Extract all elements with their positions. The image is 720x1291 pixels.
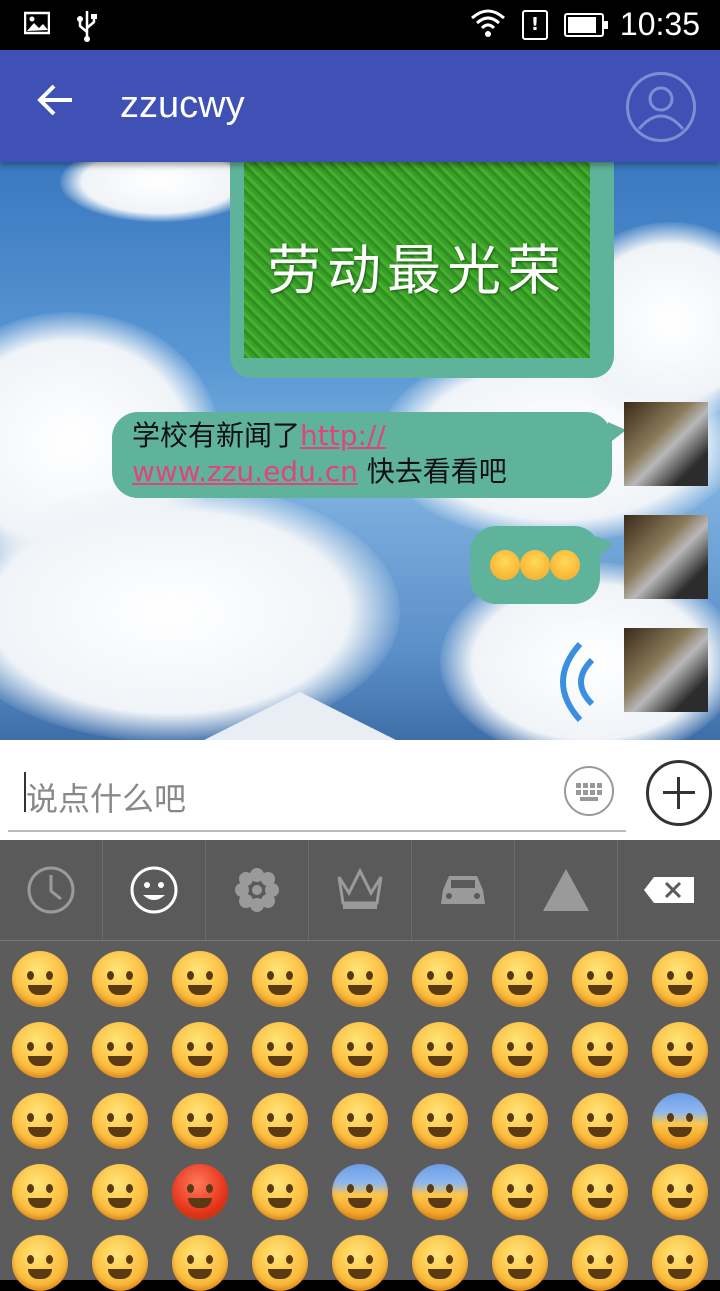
recent-icon[interactable]	[0, 840, 103, 940]
emoji-key-icon[interactable]	[332, 1164, 388, 1220]
emoji-key-icon[interactable]	[172, 951, 228, 1007]
emoji-key-icon[interactable]	[332, 1093, 388, 1149]
emoji-key-icon[interactable]	[252, 1093, 308, 1149]
image-notification-icon	[23, 10, 51, 49]
keyboard-toggle-icon[interactable]	[564, 766, 614, 816]
app-bar: zzucwy	[0, 50, 720, 162]
sender-avatar[interactable]	[624, 515, 708, 599]
emoji-key-icon[interactable]	[92, 1093, 148, 1149]
emoji-key-icon[interactable]	[172, 1093, 228, 1149]
triangle-icon[interactable]	[515, 840, 618, 940]
message-input[interactable]: 说点什么吧	[8, 750, 626, 832]
usb-icon	[76, 10, 98, 49]
message-text: 快去看看吧	[357, 455, 507, 488]
emoji-key-icon[interactable]	[492, 951, 548, 1007]
emoji-key-icon[interactable]	[572, 951, 628, 1007]
chat-title: zzucwy	[120, 84, 245, 126]
message-text: 学校有新闻了	[132, 419, 301, 452]
emoji-key-icon[interactable]	[412, 1164, 468, 1220]
mountain	[180, 692, 420, 740]
emoji-key-icon[interactable]	[412, 951, 468, 1007]
emoji-key-icon[interactable]	[92, 1022, 148, 1078]
emoji-key-icon[interactable]	[492, 1235, 548, 1291]
emoji-key-icon[interactable]	[572, 1022, 628, 1078]
image-message-text: 劳动最光荣	[267, 239, 567, 302]
emoji-key-icon[interactable]	[572, 1235, 628, 1291]
emoji-key-icon[interactable]	[12, 1235, 68, 1291]
emoji-key-icon[interactable]	[572, 1093, 628, 1149]
message-link[interactable]: www.zzu.edu.cn	[132, 455, 358, 488]
emoji-key-icon[interactable]	[332, 951, 388, 1007]
flower-icon[interactable]	[206, 840, 309, 940]
text-message-bubble[interactable]: 学校有新闻了http://www.zzu.edu.cn 快去看看吧	[112, 412, 626, 498]
emoji-key-icon[interactable]	[252, 1164, 308, 1220]
emoji-key-icon[interactable]	[332, 1022, 388, 1078]
car-icon[interactable]	[412, 840, 515, 940]
signal-alert-icon: !	[521, 9, 548, 40]
emoji-key-icon[interactable]	[12, 1093, 68, 1149]
emoji-category-tabs	[0, 840, 720, 941]
crown-icon[interactable]	[309, 840, 412, 940]
emoji-key-icon[interactable]	[92, 1164, 148, 1220]
emoji-key-icon[interactable]	[492, 1164, 548, 1220]
backspace-icon[interactable]	[618, 840, 720, 940]
smiley-icon[interactable]	[103, 840, 206, 940]
grass-image[interactable]: 劳动最光荣	[244, 162, 590, 358]
battery-icon	[563, 12, 608, 37]
emoji-key-icon[interactable]	[172, 1235, 228, 1291]
emoji-key-icon[interactable]	[652, 1022, 708, 1078]
emoji-key-icon[interactable]	[92, 951, 148, 1007]
emoji-key-icon[interactable]	[652, 1093, 708, 1149]
sender-avatar[interactable]	[624, 628, 708, 712]
wifi-icon	[470, 8, 506, 42]
sender-avatar[interactable]	[624, 402, 708, 486]
emoji-key-icon[interactable]	[252, 1235, 308, 1291]
chat-area[interactable]: 劳动最光荣 学校有新闻了http://www.zzu.edu.cn 快去看看吧	[0, 162, 720, 740]
emoji-key-icon[interactable]	[412, 1093, 468, 1149]
image-message-bubble[interactable]: 劳动最光荣	[230, 162, 614, 378]
contact-profile-icon[interactable]	[626, 72, 696, 142]
squinting-tongue-emoji-icon	[490, 550, 520, 580]
message-link[interactable]: http://	[300, 419, 386, 452]
clock: 10:35	[619, 6, 700, 42]
squinting-tongue-emoji-icon	[520, 550, 550, 580]
status-bar: ! 10:35	[0, 0, 720, 50]
emoji-key-icon[interactable]	[412, 1235, 468, 1291]
emoji-key-icon[interactable]	[492, 1093, 548, 1149]
emoji-key-icon[interactable]	[412, 1022, 468, 1078]
emoji-key-icon[interactable]	[492, 1022, 548, 1078]
emoji-key-icon[interactable]	[252, 951, 308, 1007]
emoji-key-icon[interactable]	[652, 951, 708, 1007]
emoji-key-icon[interactable]	[652, 1235, 708, 1291]
emoji-key-icon[interactable]	[12, 1022, 68, 1078]
emoji-key-icon[interactable]	[172, 1022, 228, 1078]
emoji-key-icon[interactable]	[332, 1235, 388, 1291]
emoji-key-icon[interactable]	[92, 1235, 148, 1291]
voice-playing-icon[interactable]	[540, 632, 610, 732]
emoji-grid	[0, 941, 720, 1291]
input-placeholder: 说点什么吧	[26, 780, 187, 818]
emoji-key-icon[interactable]	[252, 1022, 308, 1078]
back-arrow-icon[interactable]	[34, 78, 84, 128]
emoji-key-icon[interactable]	[572, 1164, 628, 1220]
emoji-message-bubble[interactable]	[470, 526, 614, 604]
emoji-key-icon[interactable]	[12, 1164, 68, 1220]
emoji-key-icon[interactable]	[652, 1164, 708, 1220]
emoji-key-icon[interactable]	[172, 1164, 228, 1220]
emoji-key-icon[interactable]	[12, 951, 68, 1007]
squinting-tongue-emoji-icon	[550, 550, 580, 580]
input-bar: 说点什么吧	[0, 740, 720, 840]
add-attachment-button[interactable]	[646, 760, 712, 826]
